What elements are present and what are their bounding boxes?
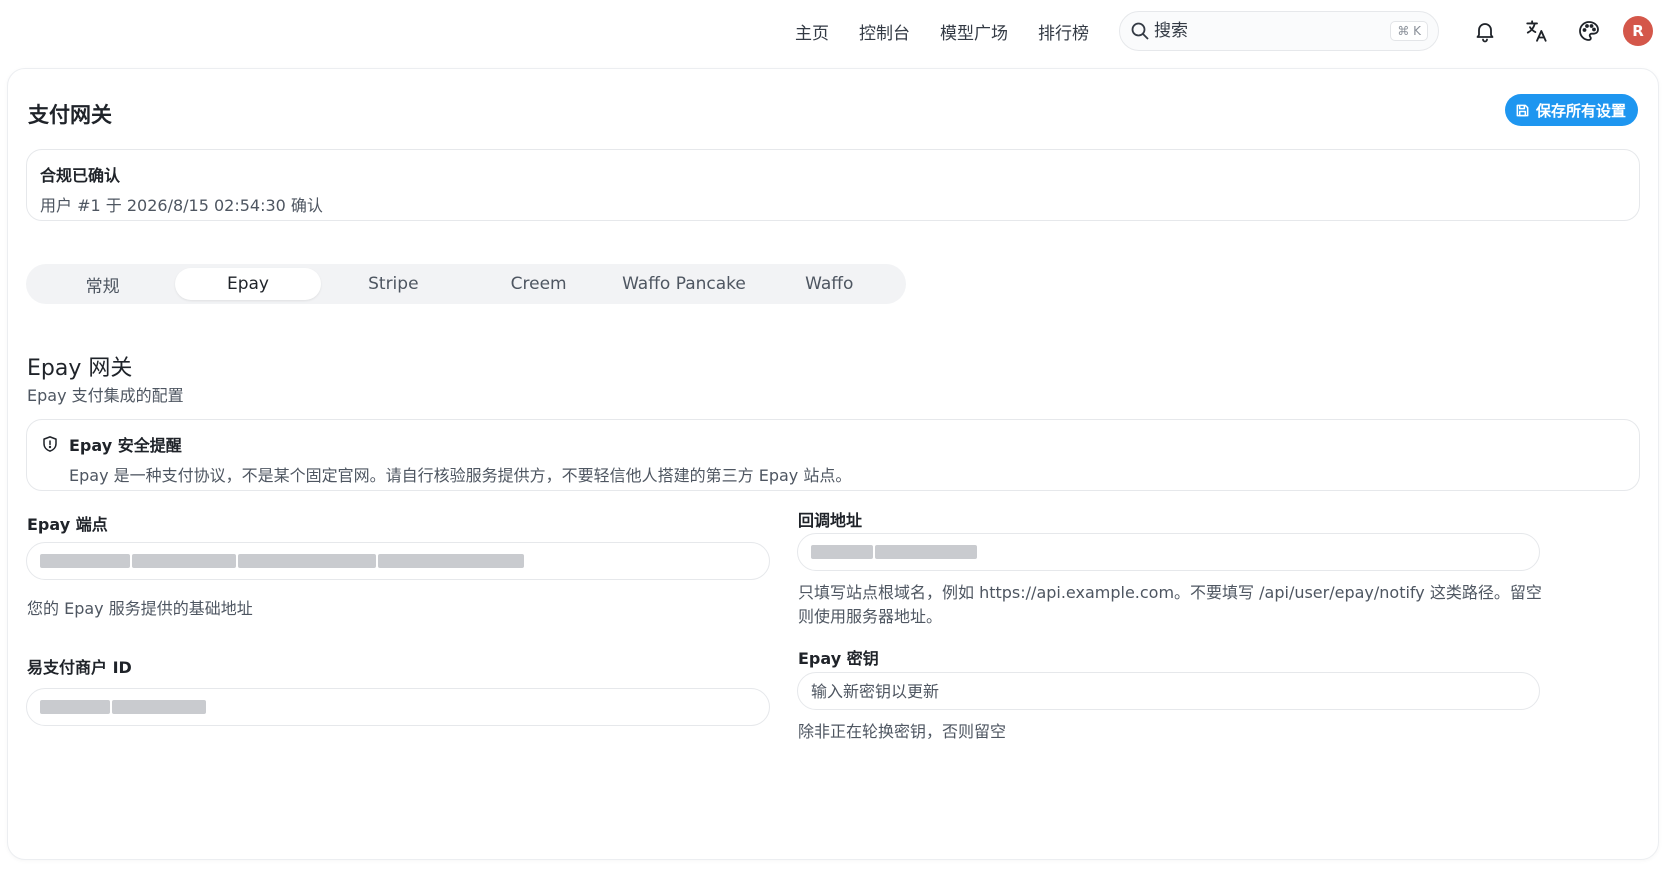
gateway-tabs: 常规 Epay Stripe Creem Waffo Pancake Waffo xyxy=(26,264,906,304)
alert-title: Epay 安全提醒 xyxy=(69,436,182,455)
search-input[interactable] xyxy=(1154,21,1391,41)
epay-endpoint-help: 您的 Epay 服务提供的基础地址 xyxy=(27,599,253,618)
security-alert: Epay 安全提醒 Epay 是一种支付协议，不是某个固定官网。请自行核验服务提… xyxy=(26,419,1640,491)
language-button[interactable] xyxy=(1523,17,1551,45)
tab-waffo[interactable]: Waffo xyxy=(757,268,902,300)
nav-link-leaderboard[interactable]: 排行榜 xyxy=(1038,19,1089,44)
shield-alert-icon xyxy=(43,436,57,452)
epay-secret-input-wrapper[interactable] xyxy=(797,672,1540,710)
search-icon xyxy=(1131,22,1149,40)
tab-epay[interactable]: Epay xyxy=(175,268,321,300)
tab-creem[interactable]: Creem xyxy=(466,268,611,300)
page-title: 支付网关 xyxy=(28,103,112,127)
save-all-settings-button[interactable]: 保存所有设置 xyxy=(1504,94,1638,126)
redacted-callback-value xyxy=(811,542,979,562)
epay-secret-input[interactable] xyxy=(811,681,1526,701)
callback-url-label: 回调地址 xyxy=(798,511,863,530)
top-navigation: 主页 控制台 模型广场 排行榜 ⌘ K R xyxy=(0,0,1667,62)
compliance-confirmed-panel: 合规已确认 用户 #1 于 2026/8/15 02:54:30 确认 xyxy=(26,149,1640,221)
save-all-settings-label: 保存所有设置 xyxy=(1535,101,1626,120)
callback-url-help: 只填写站点根域名，例如 https://api.example.com。不要填写… xyxy=(798,583,1542,626)
tab-general[interactable]: 常规 xyxy=(30,268,175,300)
epay-secret-label: Epay 密钥 xyxy=(798,649,879,668)
epay-secret-help: 除非正在轮换密钥，否则留空 xyxy=(798,722,1007,741)
search-shortcut-badge: ⌘ K xyxy=(1390,21,1428,41)
theme-button[interactable] xyxy=(1575,17,1603,45)
tab-waffo-pancake[interactable]: Waffo Pancake xyxy=(611,268,756,300)
save-icon xyxy=(1516,104,1529,116)
redacted-endpoint-value xyxy=(40,551,526,571)
nav-link-home[interactable]: 主页 xyxy=(795,19,829,44)
compliance-subtitle: 用户 #1 于 2026/8/15 02:54:30 确认 xyxy=(40,196,323,215)
nav-link-console[interactable]: 控制台 xyxy=(859,19,910,44)
merchant-id-label: 易支付商户 ID xyxy=(27,658,132,677)
palette-icon xyxy=(1579,21,1599,41)
bell-icon xyxy=(1476,23,1494,43)
user-avatar[interactable]: R xyxy=(1623,16,1653,46)
epay-endpoint-label: Epay 端点 xyxy=(27,515,108,534)
section-title: Epay 网关 xyxy=(27,356,133,381)
search-box[interactable]: ⌘ K xyxy=(1119,11,1439,51)
section-subtitle: Epay 支付集成的配置 xyxy=(27,386,184,405)
translate-icon xyxy=(1526,20,1547,42)
notifications-button[interactable] xyxy=(1471,17,1499,45)
tab-stripe[interactable]: Stripe xyxy=(321,268,466,300)
callback-url-input[interactable] xyxy=(797,533,1540,571)
payment-gateway-card: 支付网关 保存所有设置 合规已确认 用户 #1 于 2026/8/15 02:5… xyxy=(7,68,1659,860)
alert-text: Epay 是一种支付协议，不是某个固定官网。请自行核验服务提供方，不要轻信他人搭… xyxy=(69,466,852,485)
redacted-merchant-id-value xyxy=(40,697,208,717)
merchant-id-input[interactable] xyxy=(26,688,770,726)
nav-link-model-plaza[interactable]: 模型广场 xyxy=(940,19,1008,44)
epay-endpoint-input[interactable] xyxy=(26,542,770,580)
compliance-title: 合规已确认 xyxy=(40,166,121,185)
